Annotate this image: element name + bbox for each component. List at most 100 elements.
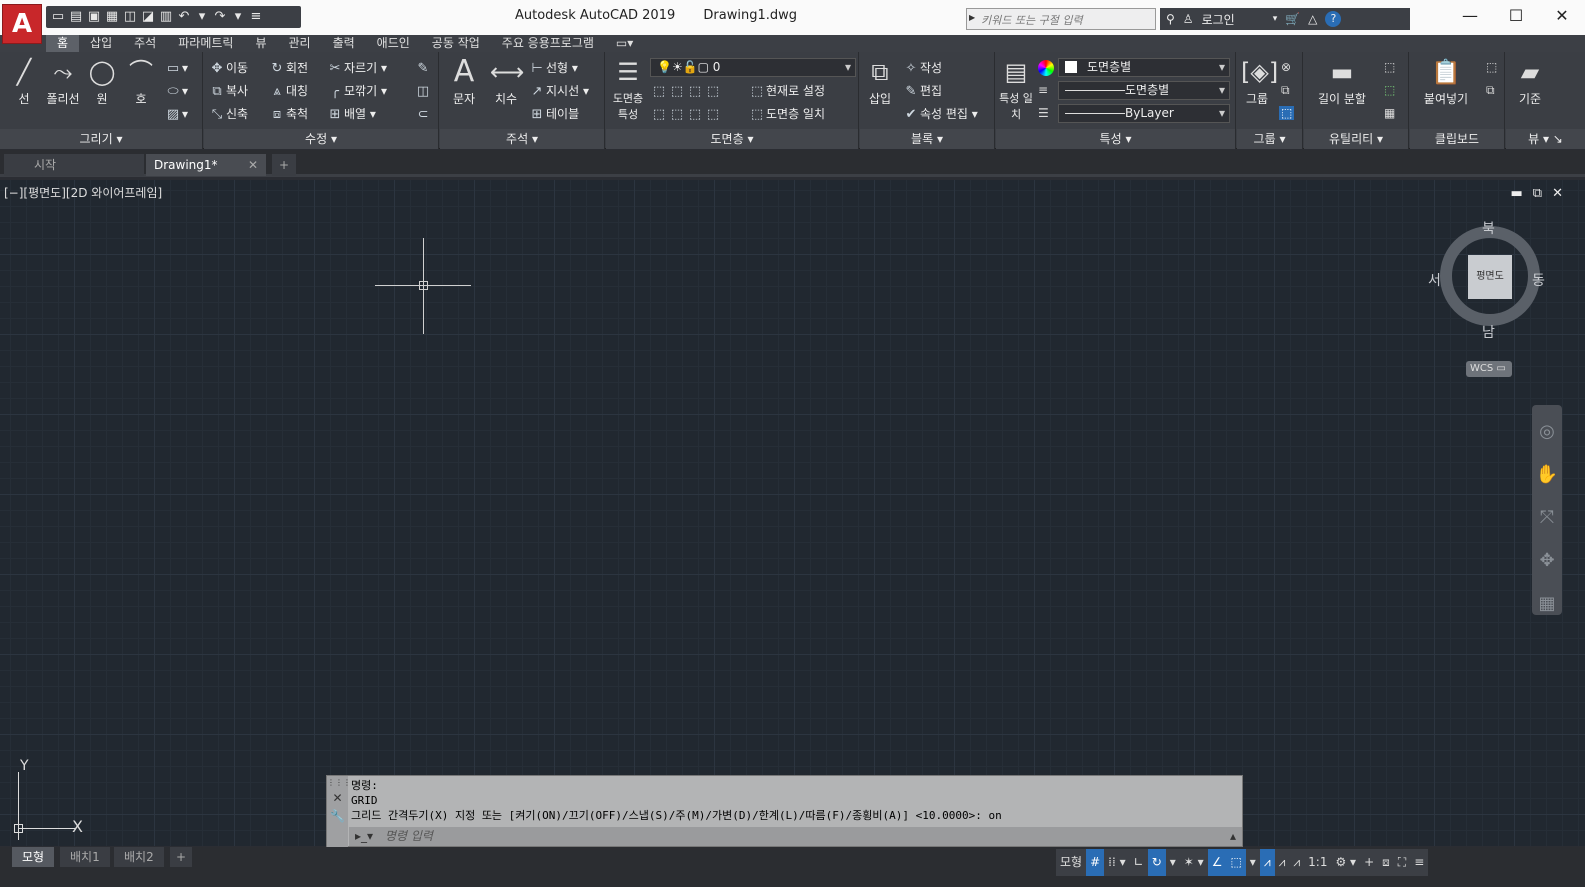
plus-icon[interactable]: + <box>1360 849 1378 876</box>
linetype-dropdown[interactable]: 도면층별 <box>1058 81 1230 100</box>
groups-panel-title[interactable]: 그룹 ▾ <box>1237 129 1302 149</box>
user-icon[interactable]: ♙ <box>1183 12 1194 26</box>
compass-west[interactable]: 서 <box>1428 270 1441 290</box>
auto-scale-icon[interactable]: ⩘ <box>1275 849 1290 876</box>
grid-icon[interactable]: # <box>1086 849 1105 876</box>
table-button[interactable]: ⊞ 테이블 <box>528 104 580 124</box>
fullscreen-icon[interactable]: ⛶ <box>1394 849 1410 876</box>
annotation-visibility-icon[interactable]: ⩘ <box>1259 849 1275 876</box>
quick-select-icon[interactable]: ⬚ <box>1384 60 1395 74</box>
save-icon[interactable]: ▣ <box>86 9 102 25</box>
viewcube[interactable]: 평면도 북 남 동 서 <box>1428 218 1548 341</box>
command-prompt-icon[interactable]: ▸_▾ <box>355 827 373 846</box>
application-menu-button[interactable]: A <box>2 4 42 44</box>
annotation-scale-value[interactable]: 1:1 <box>1304 849 1331 876</box>
wcs-menu[interactable]: WCS ▭ <box>1466 361 1512 377</box>
tab-collaborate[interactable]: 공동 작업 <box>421 35 491 52</box>
undo-dropdown-icon[interactable]: ▾ <box>194 9 210 25</box>
linear-button[interactable]: ⊢ 선형 ▾ <box>528 58 578 78</box>
ungroup-icon[interactable]: ⊗ <box>1281 60 1291 74</box>
model-space-button[interactable]: 모형 <box>1056 849 1086 876</box>
close-icon[interactable]: ✕ <box>327 791 348 805</box>
measure-button[interactable]: ▬ 길이 분할 <box>1312 56 1372 107</box>
calculator-icon[interactable]: ▦ <box>1384 106 1395 120</box>
saveas-icon[interactable]: ▦ <box>104 9 120 25</box>
paste-button[interactable]: 📋 붙여넣기 <box>1416 56 1476 107</box>
leader-button[interactable]: ↗ 지시선 ▾ <box>528 81 589 101</box>
isodraft-icon[interactable]: ✶ ▾ <box>1180 849 1208 876</box>
layer-dropdown[interactable]: 💡☀🔓▢ 0 <box>650 58 856 77</box>
tab-drawing1[interactable]: Drawing1* ✕ <box>146 154 266 176</box>
cart-icon[interactable]: 🛒 <box>1285 12 1300 26</box>
modify-panel-title[interactable]: 수정 ▾ <box>204 129 438 149</box>
mirror-button[interactable]: ⩓ 대칭 <box>268 81 308 101</box>
viewport-restore-icon[interactable]: ⧉ <box>1533 186 1542 201</box>
drawing-viewport[interactable]: [−][평면도][2D 와이어프레임] ▬ ⧉ ✕ 평면도 북 남 동 서 WC… <box>0 180 1585 846</box>
search-input[interactable]: 키워드 또는 구절 입력 <box>966 8 1156 30</box>
set-current-button[interactable]: ⬚ 현재로 설정 <box>748 81 825 101</box>
create-button[interactable]: ✧ 작성 <box>902 58 943 78</box>
viewport-controls-label[interactable]: [−][평면도][2D 와이어프레임] <box>4 184 162 201</box>
web-save-icon[interactable]: ◪ <box>140 9 156 25</box>
draw-panel-title[interactable]: 그리기 ▾ <box>0 129 202 149</box>
polyline-button[interactable]: ⤳ 폴리선 <box>43 56 83 107</box>
tab-manage[interactable]: 관리 <box>277 35 321 52</box>
tab-insert[interactable]: 삽입 <box>79 35 123 52</box>
close-tab-icon[interactable]: ✕ <box>248 154 258 176</box>
pan-icon[interactable]: ✋ <box>1536 464 1558 485</box>
web-open-icon[interactable]: ◫ <box>122 9 138 25</box>
chevron-down-icon[interactable]: ▾ <box>1273 14 1278 24</box>
arc-button[interactable]: ⌒ 호 <box>121 56 161 107</box>
scale-button[interactable]: ⧈ 축척 <box>268 104 308 124</box>
zoom-icon[interactable]: ⤧ <box>1540 507 1554 528</box>
compass-north[interactable]: 북 <box>1482 218 1495 238</box>
base-view-button[interactable]: ▰ 기준 <box>1510 56 1550 107</box>
orbit-icon[interactable]: ✥ <box>1539 550 1554 571</box>
ortho-icon[interactable]: ∟ <box>1130 849 1148 876</box>
layout-tab-model[interactable]: 모형 <box>12 847 55 867</box>
match-properties-button[interactable]: ▤ 특성 일치 <box>996 56 1036 122</box>
rectangle-icon[interactable]: ▭ ▾ <box>164 58 188 78</box>
layout-tab-layout2[interactable]: 배치2 <box>114 847 164 867</box>
tab-annotate[interactable]: 주석 <box>123 35 167 52</box>
tab-view[interactable]: 뷰 <box>244 35 277 52</box>
match-layer-button[interactable]: ⬚ 도면층 일치 <box>748 104 825 124</box>
polar-icon[interactable]: ↻ <box>1147 849 1166 876</box>
add-layout-button[interactable]: + <box>170 847 193 867</box>
rotate-button[interactable]: ↻ 회전 <box>268 58 309 78</box>
copy-clip-icon[interactable]: ⧉ <box>1486 83 1495 98</box>
tab-home[interactable]: 홈 <box>46 35 80 52</box>
a360-icon[interactable]: △ <box>1308 12 1317 26</box>
move-button[interactable]: ✥ 이동 <box>208 58 249 78</box>
offset-icon[interactable]: ⊂ <box>414 104 432 124</box>
wrench-icon[interactable]: 🔧 <box>327 809 348 823</box>
undo-icon[interactable]: ↶ <box>176 9 192 25</box>
circle-button[interactable]: ◯ 원 <box>82 56 122 107</box>
insert-button[interactable]: ⧉ 삽입 <box>860 56 900 107</box>
new-icon[interactable]: ▭ <box>50 9 66 25</box>
annotation-panel-title[interactable]: 주석 ▾ <box>440 129 604 149</box>
close-button[interactable]: ✕ <box>1539 0 1585 32</box>
redo-dropdown-icon[interactable]: ▾ <box>230 9 246 25</box>
viewcube-top-face[interactable]: 평면도 <box>1468 255 1512 299</box>
cut-icon[interactable]: ⬚ <box>1486 60 1497 74</box>
utilities-panel-title[interactable]: 유틸리티 ▾ <box>1304 129 1408 149</box>
array-button[interactable]: ⊞ 배열 ▾ <box>326 104 376 124</box>
workspace-gear-icon[interactable]: ⚙ ▾ <box>1331 849 1360 876</box>
properties-panel-title[interactable]: 특성 ▾ <box>996 129 1235 149</box>
layer-properties-button[interactable]: ☰ 도면층 특성 <box>608 56 648 122</box>
tab-output[interactable]: 출력 <box>322 35 366 52</box>
tab-featured-apps[interactable]: 주요 응용프로그램 <box>491 35 605 52</box>
layer-tools-row1[interactable]: ⬚ ⬚ ⬚ ⬚ <box>650 81 722 101</box>
layers-panel-title[interactable]: 도면층 ▾ <box>606 129 858 149</box>
viewport-close-icon[interactable]: ✕ <box>1552 186 1563 201</box>
customize-icon[interactable]: ≡ <box>248 9 264 25</box>
line-button[interactable]: ╱ 선 <box>4 56 44 107</box>
showmotion-icon[interactable]: ▦ <box>1538 593 1555 614</box>
snap-icon[interactable]: ⁞⁞ ▾ <box>1104 849 1129 876</box>
edit-button[interactable]: ✎ 편집 <box>902 81 943 101</box>
osnap-dropdown-icon[interactable]: ▾ <box>1246 849 1260 876</box>
clipboard-panel-title[interactable]: 클립보드 <box>1410 129 1504 149</box>
compass-east[interactable]: 동 <box>1532 270 1545 290</box>
color-dropdown[interactable]: 도면층별 <box>1058 58 1230 77</box>
